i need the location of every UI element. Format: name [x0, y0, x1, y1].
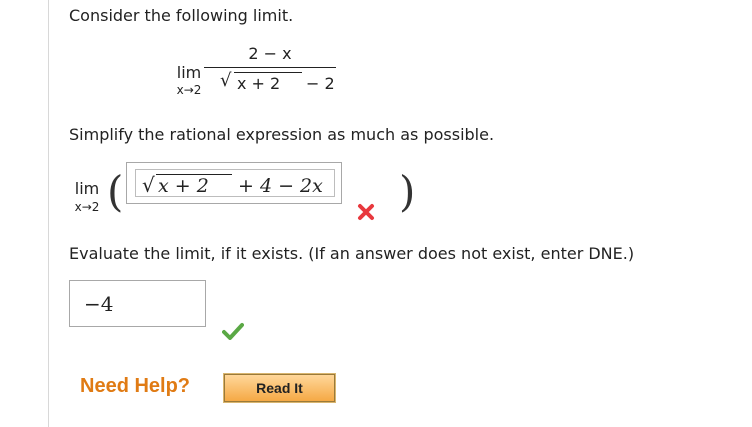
lim-label: lim	[176, 63, 202, 82]
fraction-numerator: 2 − x	[248, 44, 292, 63]
question-intro: Consider the following limit.	[69, 6, 294, 25]
need-help-label: Need Help?	[80, 375, 191, 397]
simplified-expression-field[interactable]: √ x + 2 + 4 − 2x	[135, 169, 335, 197]
evaluate-prompt: Evaluate the limit, if it exists. (If an…	[69, 244, 635, 263]
simplify-prompt: Simplify the rational expression as much…	[69, 125, 495, 144]
denominator-rest: − 2	[306, 74, 335, 93]
limit-answer-field[interactable]: −4	[69, 280, 206, 327]
read-it-button[interactable]: Read It	[223, 373, 336, 403]
radical-sign: √	[142, 173, 155, 197]
radical-vinculum	[234, 72, 302, 73]
simplify-limit-operator: lim x→2	[66, 179, 108, 215]
right-paren: )	[399, 167, 416, 216]
fraction-denominator: √ x + 2 − 2	[204, 68, 336, 94]
left-paren: (	[107, 167, 124, 216]
lim-label: lim	[74, 179, 100, 198]
limit-fraction: 2 − x √ x + 2 − 2	[204, 44, 336, 94]
expression-rest: + 4 − 2x	[238, 175, 323, 197]
radicand: x + 2	[237, 74, 281, 93]
radical-sign: √	[220, 70, 232, 91]
limit-answer-value: −4	[84, 292, 114, 316]
simplified-expression-answer[interactable]: √ x + 2 + 4 − 2x	[126, 162, 342, 204]
radicand: x + 2	[158, 175, 209, 197]
limit-approach: x→2	[74, 200, 100, 214]
content-left-border	[48, 0, 49, 427]
incorrect-x-icon	[358, 204, 374, 220]
limit-approach: x→2	[176, 83, 202, 97]
limit-operator: lim x→2	[174, 63, 204, 98]
correct-check-icon	[222, 323, 244, 340]
